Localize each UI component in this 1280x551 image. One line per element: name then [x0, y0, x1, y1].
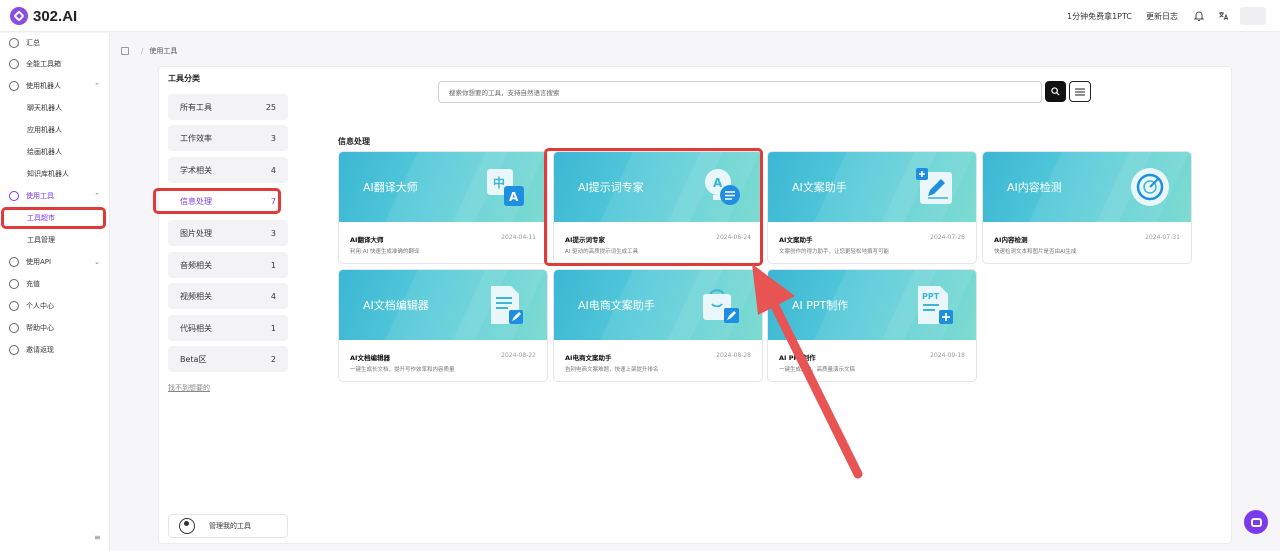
- card-banner-title: AI内容检测: [1007, 181, 1062, 194]
- edit-icon: [916, 168, 952, 204]
- ppt-icon: PPT: [918, 286, 953, 324]
- svg-text:A: A: [713, 176, 723, 190]
- card-banner-title: AI PPT制作: [792, 299, 849, 312]
- chat-icon: [1250, 517, 1262, 527]
- svg-text:中: 中: [493, 175, 505, 190]
- chat-support-button[interactable]: [1244, 510, 1268, 534]
- card-banner-title: AI电商文案助手: [578, 299, 655, 312]
- document-icon: [491, 286, 523, 324]
- svg-text:A: A: [509, 190, 519, 204]
- card-banner-title: AI翻译大师: [363, 181, 418, 194]
- prompt-icon: A: [705, 169, 740, 205]
- svg-text:PPT: PPT: [922, 292, 940, 301]
- translate-icon: 中 A: [487, 169, 524, 206]
- radar-icon: [1131, 168, 1169, 206]
- annotation-arrow: [752, 264, 863, 479]
- shopping-bag-icon: [703, 289, 739, 323]
- card-banner-title: AI文档编辑器: [363, 299, 429, 312]
- card-banner-title: AI文案助手: [792, 181, 847, 194]
- card-banner-title: AI提示词专家: [578, 181, 644, 194]
